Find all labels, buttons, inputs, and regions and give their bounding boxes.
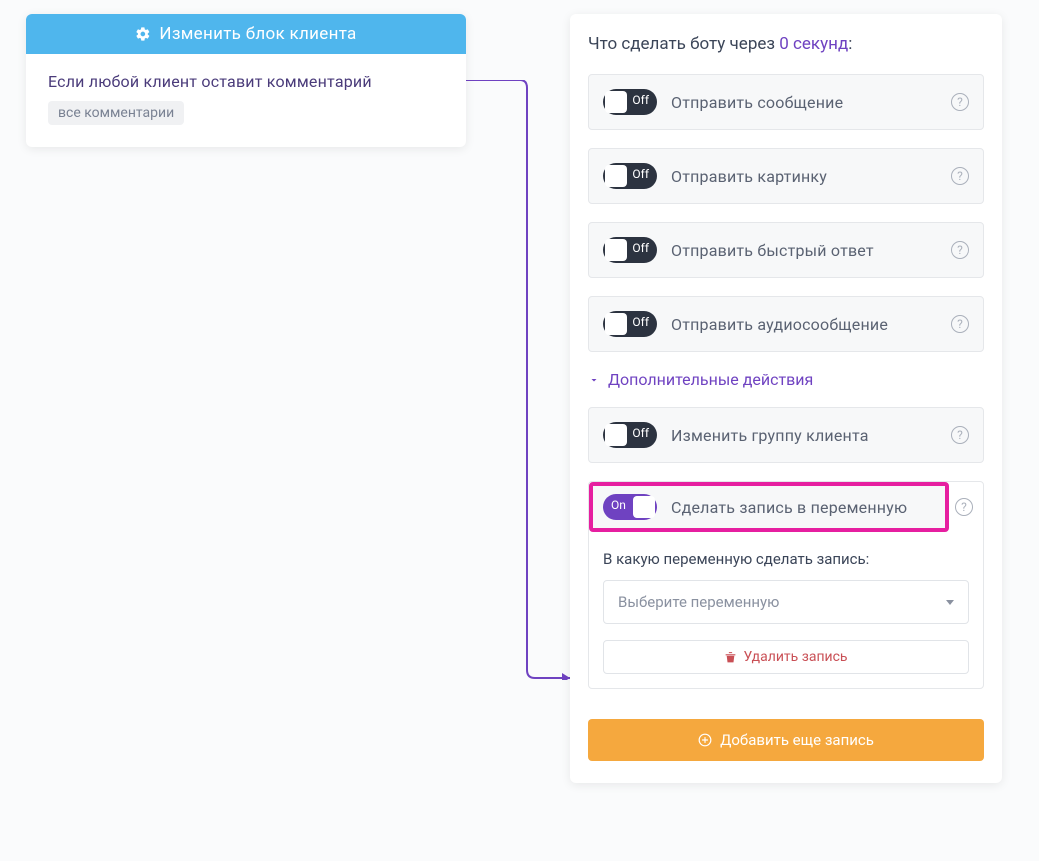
action-change-group: Off Изменить группу клиента ? (588, 407, 984, 463)
toggle-send-audio[interactable]: Off (603, 311, 657, 337)
toggle-label: Off (632, 426, 649, 440)
toggle-label: Off (632, 167, 649, 181)
select-placeholder: Выберите переменную (618, 593, 779, 611)
edit-client-block-header[interactable]: Изменить блок клиента (26, 14, 466, 54)
toggle-label: On (611, 498, 626, 512)
action-label: Отправить картинку (671, 167, 937, 186)
help-icon[interactable]: ? (951, 93, 969, 111)
comments-chip[interactable]: все комментарии (48, 101, 184, 125)
help-icon[interactable]: ? (951, 241, 969, 259)
variable-select[interactable]: Выберите переменную (603, 580, 969, 624)
toggle-label: Off (632, 241, 649, 255)
action-label: Изменить группу клиента (671, 426, 937, 445)
chevron-down-icon (588, 374, 600, 386)
toggle-label: Off (632, 93, 649, 107)
action-label: Отправить сообщение (671, 93, 937, 112)
action-send-audio: Off Отправить аудиосообщение ? (588, 296, 984, 352)
delete-label: Удалить запись (743, 649, 847, 665)
variable-select-label: В какую переменную сделать запись: (603, 550, 969, 568)
toggle-send-quick-reply[interactable]: Off (603, 237, 657, 263)
action-send-message: Off Отправить сообщение ? (588, 74, 984, 130)
variable-settings: В какую переменную сделать запись: Выбер… (589, 532, 983, 688)
client-block-body: Если любой клиент оставит комментарий вс… (26, 54, 466, 147)
help-icon[interactable]: ? (951, 167, 969, 185)
connector-line (465, 80, 580, 680)
action-send-quick-reply: Off Отправить быстрый ответ ? (588, 222, 984, 278)
help-icon[interactable]: ? (951, 315, 969, 333)
client-block-panel: Изменить блок клиента Если любой клиент … (26, 14, 466, 147)
trash-icon (724, 651, 737, 664)
action-send-image: Off Отправить картинку ? (588, 148, 984, 204)
edit-client-block-label: Изменить блок клиента (159, 24, 356, 44)
seconds-link[interactable]: 0 секунд (779, 34, 848, 54)
help-icon[interactable]: ? (955, 498, 973, 516)
toggle-change-group[interactable]: Off (603, 422, 657, 448)
toggle-send-image[interactable]: Off (603, 163, 657, 189)
write-variable-block: On Сделать запись в переменную ? В какую… (588, 481, 984, 689)
help-icon[interactable]: ? (951, 426, 969, 444)
toggle-send-message[interactable]: Off (603, 89, 657, 115)
add-record-button[interactable]: Добавить еще запись (588, 719, 984, 761)
title-prefix: Что сделать боту через (588, 34, 779, 54)
action-write-variable-highlight: On Сделать запись в переменную (589, 482, 949, 532)
action-label: Отправить быстрый ответ (671, 241, 937, 260)
toggle-label: Off (632, 315, 649, 329)
condition-text: Если любой клиент оставит комментарий (48, 72, 444, 91)
action-label: Сделать запись в переменную (671, 498, 935, 517)
additional-actions-label: Дополнительные действия (608, 370, 813, 389)
caret-down-icon (946, 600, 954, 605)
action-label: Отправить аудиосообщение (671, 315, 937, 334)
toggle-write-variable[interactable]: On (603, 494, 657, 520)
gear-icon (135, 26, 151, 42)
add-label: Добавить еще запись (720, 731, 874, 749)
additional-actions-header[interactable]: Дополнительные действия (588, 370, 984, 389)
delete-record-button[interactable]: Удалить запись (603, 640, 969, 674)
title-suffix: : (848, 34, 852, 54)
bot-actions-panel: Что сделать боту через 0 секунд: Off Отп… (570, 14, 1002, 783)
plus-circle-icon (698, 733, 712, 747)
panel-title: Что сделать боту через 0 секунд: (588, 34, 984, 54)
